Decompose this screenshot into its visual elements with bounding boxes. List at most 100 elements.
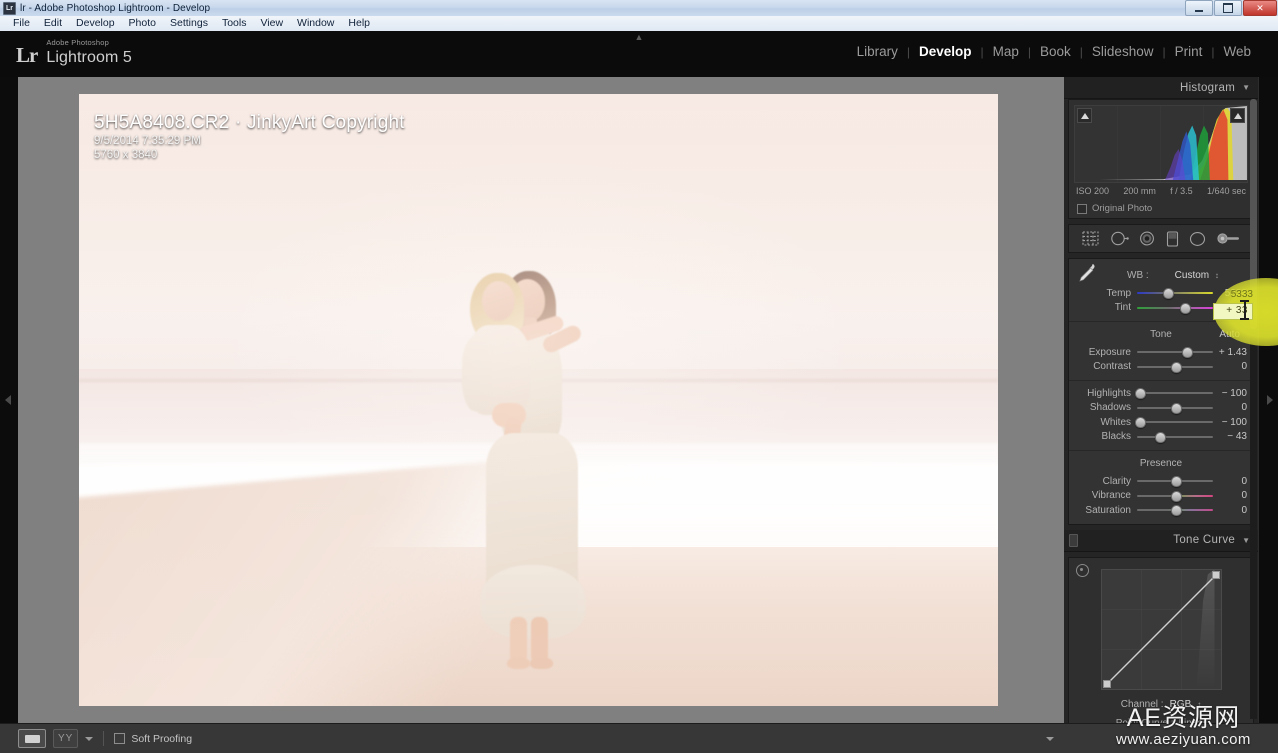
- menu-help[interactable]: Help: [341, 16, 377, 31]
- targeted-adjustment-tool-icon[interactable]: [1076, 563, 1089, 577]
- original-photo-row[interactable]: Original Photo: [1069, 200, 1253, 218]
- menu-file[interactable]: File: [6, 16, 37, 31]
- tone-curve-chart[interactable]: [1100, 568, 1222, 690]
- clarity-slider-knob[interactable]: [1170, 476, 1182, 488]
- module-map[interactable]: Map: [984, 44, 1028, 59]
- saturation-slider-row[interactable]: Saturation 0: [1069, 503, 1253, 518]
- exposure-slider-track[interactable]: [1137, 347, 1213, 359]
- whites-slider-track[interactable]: [1134, 417, 1213, 429]
- module-print[interactable]: Print: [1166, 44, 1212, 59]
- highlights-slider-row[interactable]: Highlights − 100: [1069, 386, 1253, 401]
- radial-filter-tool-icon[interactable]: [1189, 231, 1206, 247]
- highlight-clipping-indicator[interactable]: [1230, 108, 1245, 123]
- highlights-value[interactable]: − 100: [1213, 388, 1247, 399]
- channel-value[interactable]: RGB: [1170, 699, 1192, 710]
- tone-curve-black-point-handle[interactable]: [1102, 679, 1111, 688]
- before-after-button[interactable]: YY: [53, 729, 79, 748]
- panel-switch-icon[interactable]: [1069, 533, 1078, 547]
- module-library[interactable]: Library: [848, 44, 907, 59]
- clarity-slider-track[interactable]: [1137, 476, 1213, 488]
- histogram-panel-header[interactable]: Histogram ▼: [1064, 77, 1258, 99]
- histogram-chart[interactable]: [1074, 105, 1248, 183]
- contrast-value[interactable]: 0: [1213, 361, 1247, 372]
- red-eye-correction-tool-icon[interactable]: [1139, 231, 1155, 246]
- shadow-clipping-indicator[interactable]: [1077, 108, 1092, 123]
- blacks-value[interactable]: − 43: [1213, 431, 1247, 442]
- graduated-filter-tool-icon[interactable]: [1166, 230, 1179, 247]
- clarity-slider-row[interactable]: Clarity 0: [1069, 474, 1253, 489]
- vibrance-slider-knob[interactable]: [1170, 490, 1182, 502]
- toolbar-divider: [103, 731, 105, 746]
- image-stage[interactable]: 5H5A8408.CR2 · JinkyArt Copyright 9/5/20…: [18, 77, 1064, 723]
- shadows-slider-track[interactable]: [1137, 402, 1213, 414]
- vibrance-slider-row[interactable]: Vibrance 0: [1069, 489, 1253, 504]
- blacks-slider-knob[interactable]: [1155, 431, 1167, 443]
- whites-value[interactable]: − 100: [1213, 417, 1247, 428]
- shadows-slider-knob[interactable]: [1170, 402, 1182, 414]
- photo-canvas[interactable]: 5H5A8408.CR2 · JinkyArt Copyright 9/5/20…: [79, 94, 998, 706]
- blacks-slider-row[interactable]: Blacks − 43: [1069, 430, 1253, 445]
- menu-view[interactable]: View: [253, 16, 290, 31]
- soft-proofing-checkbox[interactable]: [114, 733, 126, 744]
- vibrance-slider-track[interactable]: [1137, 490, 1213, 502]
- whites-slider-row[interactable]: Whites − 100: [1069, 415, 1253, 430]
- contrast-slider-row[interactable]: Contrast 0: [1069, 360, 1253, 375]
- spot-removal-tool-icon[interactable]: [1110, 231, 1129, 246]
- tone-curve-channel-row[interactable]: Channel : RGB ↕: [1069, 699, 1253, 710]
- exposure-slider-row[interactable]: Exposure + 1.43: [1069, 345, 1253, 360]
- menu-window[interactable]: Window: [290, 16, 341, 31]
- shadows-value[interactable]: 0: [1213, 402, 1247, 413]
- contrast-slider-knob[interactable]: [1170, 361, 1182, 373]
- restore-button[interactable]: [1214, 0, 1242, 16]
- whites-slider-knob[interactable]: [1134, 417, 1146, 429]
- highlights-slider-track[interactable]: [1134, 388, 1213, 400]
- crop-overlay-tool-icon[interactable]: [1082, 231, 1099, 246]
- module-slideshow[interactable]: Slideshow: [1083, 44, 1163, 59]
- chevron-down-icon[interactable]: ▼: [1242, 536, 1250, 545]
- clarity-value[interactable]: 0: [1213, 476, 1247, 487]
- white-balance-value[interactable]: Custom ↕: [1175, 270, 1219, 281]
- minimize-button[interactable]: [1185, 0, 1213, 16]
- temp-slider-track[interactable]: [1137, 288, 1213, 300]
- tint-slider-knob[interactable]: [1179, 302, 1191, 314]
- original-photo-checkbox[interactable]: [1077, 203, 1087, 214]
- menu-develop[interactable]: Develop: [69, 16, 122, 31]
- shadows-slider-row[interactable]: Shadows 0: [1069, 401, 1253, 416]
- soft-proofing-row[interactable]: Soft Proofing: [114, 733, 192, 745]
- tone-curve-panel-header[interactable]: Tone Curve ▼: [1064, 529, 1258, 552]
- contrast-slider-track[interactable]: [1137, 361, 1213, 373]
- before-after-menu-icon[interactable]: [85, 736, 94, 741]
- menu-tools[interactable]: Tools: [215, 16, 254, 31]
- top-panel-toggle[interactable]: ▲: [635, 33, 644, 42]
- menu-settings[interactable]: Settings: [163, 16, 215, 31]
- close-button[interactable]: ✕: [1243, 0, 1277, 16]
- highlights-slider-knob[interactable]: [1134, 388, 1146, 400]
- chevron-down-icon[interactable]: ▼: [1242, 83, 1250, 92]
- blacks-slider-track[interactable]: [1137, 431, 1213, 443]
- saturation-slider-track[interactable]: [1137, 505, 1213, 517]
- exposure-slider-knob[interactable]: [1181, 347, 1193, 359]
- white-balance-selector-icon[interactable]: [1075, 262, 1101, 289]
- right-panel-edge[interactable]: [1258, 77, 1278, 723]
- identity-plate[interactable]: Lr Adobe Photoshop Lightroom 5: [16, 39, 132, 66]
- exposure-value[interactable]: + 1.43: [1213, 347, 1247, 358]
- saturation-value[interactable]: 0: [1213, 505, 1247, 516]
- menu-edit[interactable]: Edit: [37, 16, 69, 31]
- module-develop[interactable]: Develop: [910, 44, 981, 59]
- collapse-right-panel-icon[interactable]: [1267, 395, 1273, 405]
- toolbar-options-icon[interactable]: [1046, 736, 1054, 741]
- right-panel-scrollbar[interactable]: [1250, 99, 1257, 719]
- adjustment-brush-tool-icon[interactable]: [1217, 232, 1240, 245]
- tint-slider-track[interactable]: [1137, 302, 1213, 314]
- auto-tone-button[interactable]: Auto: [1219, 328, 1240, 341]
- tone-curve-white-point-handle[interactable]: [1211, 570, 1220, 579]
- left-panel-collapsed[interactable]: [0, 77, 19, 723]
- loupe-view-button[interactable]: [18, 729, 46, 748]
- vibrance-value[interactable]: 0: [1213, 490, 1247, 501]
- expand-left-panel-icon[interactable]: [5, 395, 11, 405]
- temp-slider-knob[interactable]: [1162, 288, 1174, 300]
- menu-photo[interactable]: Photo: [122, 16, 163, 31]
- module-book[interactable]: Book: [1031, 44, 1080, 59]
- module-web[interactable]: Web: [1214, 44, 1260, 59]
- saturation-slider-knob[interactable]: [1170, 505, 1182, 517]
